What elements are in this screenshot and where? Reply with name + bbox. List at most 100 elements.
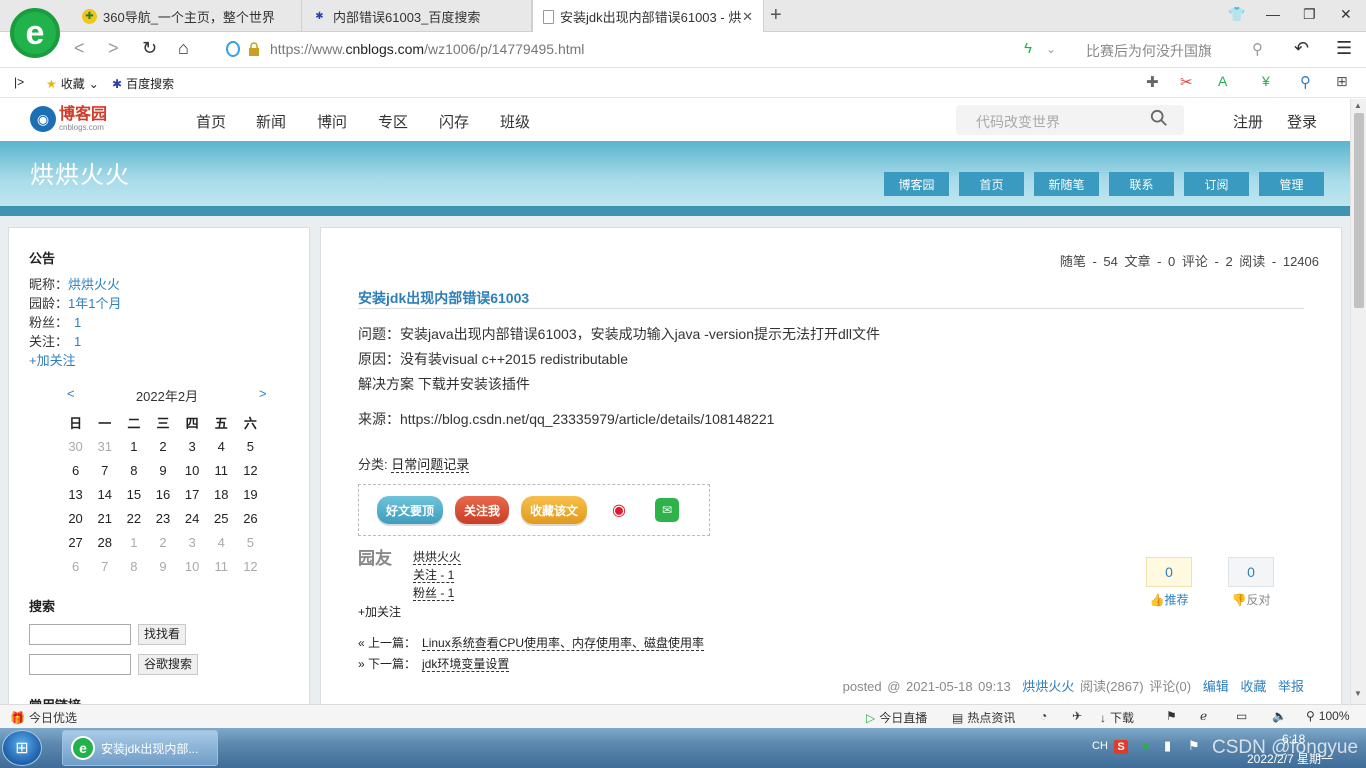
- flag-tray-icon[interactable]: ⚑: [1188, 738, 1200, 754]
- volume-icon[interactable]: 🔈: [1272, 709, 1287, 723]
- menu-icon[interactable]: ☰: [1336, 38, 1352, 59]
- search-icon[interactable]: ⚲: [1252, 40, 1263, 58]
- scroll-thumb[interactable]: [1354, 113, 1364, 308]
- hot-search-text[interactable]: 比赛后为何没升国旗: [1086, 41, 1212, 61]
- follow-link[interactable]: 1: [74, 334, 81, 349]
- close-tab-icon[interactable]: ✕: [742, 9, 753, 25]
- minimize-icon[interactable]: —: [1266, 6, 1280, 22]
- blog-nav-new-post[interactable]: 新随笔: [1034, 172, 1099, 196]
- wechat-icon[interactable]: ✉: [655, 498, 679, 522]
- page-scrollbar[interactable]: ▲ ▼: [1350, 99, 1366, 704]
- url-field[interactable]: https://www.cnblogs.com/wz1006/p/1477949…: [270, 41, 584, 57]
- window-icon[interactable]: ▭: [1236, 709, 1247, 723]
- extensions-icon[interactable]: ✚: [1146, 73, 1159, 91]
- follow-me-button[interactable]: 关注我: [455, 496, 509, 524]
- next-post-link[interactable]: jdk环境变量设置: [422, 657, 510, 672]
- new-tab-icon[interactable]: +: [770, 4, 782, 27]
- prev-post-link[interactable]: Linux系统查看CPU使用率、内存使用率、磁盘使用率: [422, 636, 705, 651]
- search-icon[interactable]: [1150, 109, 1168, 127]
- 360-tray-icon[interactable]: ●: [1142, 738, 1150, 753]
- back-icon[interactable]: <: [74, 38, 85, 59]
- blog-nav-manage[interactable]: 管理: [1259, 172, 1324, 196]
- cnblogs-logo[interactable]: ◉ 博客园 cnblogs.com: [30, 106, 107, 132]
- author-name-link[interactable]: 烘烘火火: [413, 550, 462, 565]
- 360-browser-logo-icon[interactable]: e: [10, 8, 60, 58]
- blog-search-input[interactable]: [29, 624, 131, 645]
- login-link[interactable]: 登录: [1287, 111, 1317, 132]
- recommend-button[interactable]: 👍推荐: [1146, 591, 1192, 608]
- forward-icon[interactable]: >: [108, 38, 119, 59]
- zoom-control[interactable]: ⚲ 100%: [1306, 709, 1350, 723]
- download-button[interactable]: ↓ 下载: [1100, 709, 1134, 726]
- author-fans-link[interactable]: 粉丝 - 1: [413, 586, 455, 601]
- oppose-count[interactable]: 0: [1228, 557, 1274, 587]
- search-button[interactable]: 找找看: [138, 624, 187, 645]
- edit-link[interactable]: 编辑: [1203, 679, 1229, 694]
- bookmark-baidu[interactable]: ✱ 百度搜索: [112, 75, 174, 92]
- taskbar-browser-item[interactable]: e 安装jdk出现内部...: [62, 730, 218, 766]
- add-follow-link[interactable]: +加关注: [29, 350, 76, 369]
- scroll-up-icon[interactable]: ▲: [1354, 101, 1362, 110]
- blog-nav-subscribe[interactable]: 订阅: [1184, 172, 1249, 196]
- maximize-icon[interactable]: ❐: [1303, 6, 1316, 23]
- recommend-count[interactable]: 0: [1146, 557, 1192, 587]
- post-title[interactable]: 安装jdk出现内部错误61003: [358, 288, 529, 308]
- category-link[interactable]: 日常问题记录: [391, 457, 470, 473]
- blog-title[interactable]: 烘烘火火: [30, 155, 130, 190]
- sogou-ime-icon[interactable]: S: [1114, 740, 1128, 754]
- sidebar-toggle-icon[interactable]: |>: [14, 75, 24, 89]
- recommend-post-button[interactable]: 好文要顶: [377, 496, 443, 524]
- author-avatar[interactable]: 园友: [358, 550, 400, 592]
- wallet-icon[interactable]: ¥: [1262, 73, 1270, 89]
- weibo-icon[interactable]: ◉: [607, 498, 631, 522]
- scissors-icon[interactable]: ✂: [1180, 73, 1193, 91]
- home-icon[interactable]: ⌂: [178, 38, 189, 59]
- security-shield-icon[interactable]: [226, 41, 240, 57]
- calendar-prev-link[interactable]: <: [67, 386, 75, 401]
- footer-author-link[interactable]: 烘烘火火: [1022, 679, 1074, 694]
- tab-baidu-search[interactable]: ✱ 内部错误61003_百度搜索: [302, 0, 532, 32]
- report-link[interactable]: 举报: [1278, 679, 1304, 694]
- speed-icon[interactable]: ◔: [1040, 709, 1047, 723]
- site-nav-zone[interactable]: 专区: [378, 111, 408, 132]
- calendar-next-link[interactable]: >: [259, 386, 267, 401]
- tab-360-nav[interactable]: ✚ 360导航_一个主页，整个世界: [72, 0, 302, 32]
- pin-icon[interactable]: ✈: [1072, 709, 1082, 723]
- site-nav-home[interactable]: 首页: [196, 111, 226, 132]
- reload-icon[interactable]: ↻: [142, 38, 157, 59]
- lightning-icon[interactable]: ϟ: [1024, 40, 1032, 57]
- ie-mode-icon[interactable]: ℯ: [1200, 709, 1207, 723]
- close-window-icon[interactable]: ✕: [1340, 6, 1352, 23]
- translate-icon[interactable]: A: [1218, 73, 1227, 89]
- site-nav-class[interactable]: 班级: [500, 111, 530, 132]
- collect-link[interactable]: 收藏: [1240, 679, 1266, 694]
- shirt-skin-icon[interactable]: 👕: [1228, 6, 1245, 23]
- hot-news[interactable]: ▤ 热点资讯: [952, 709, 1015, 726]
- blog-nav-home[interactable]: 首页: [959, 172, 1024, 196]
- age-link[interactable]: 1年1个月: [68, 296, 121, 311]
- undo-icon[interactable]: ↶: [1294, 38, 1309, 59]
- post-source-line[interactable]: 来源：https://blog.csdn.net/qq_23335979/art…: [358, 409, 774, 429]
- nickname-link[interactable]: 烘烘火火: [68, 277, 120, 292]
- network-icon[interactable]: ▮: [1164, 738, 1171, 754]
- flag-icon[interactable]: ⚑: [1166, 709, 1177, 723]
- scroll-down-icon[interactable]: ▼: [1354, 689, 1362, 698]
- favorites-menu[interactable]: ★ 收藏 ⌄: [46, 75, 99, 92]
- chevron-down-icon[interactable]: ⌄: [1046, 42, 1056, 56]
- site-search-input[interactable]: 代码改变世界: [956, 105, 1184, 135]
- google-search-input[interactable]: [29, 654, 131, 675]
- ime-indicator[interactable]: CH: [1092, 740, 1108, 752]
- oppose-button[interactable]: 👎反对: [1228, 591, 1274, 608]
- blog-nav-contact[interactable]: 联系: [1109, 172, 1174, 196]
- site-nav-qa[interactable]: 博问: [317, 111, 347, 132]
- site-nav-flash[interactable]: 闪存: [439, 111, 469, 132]
- fans-link[interactable]: 1: [74, 315, 81, 330]
- google-search-button[interactable]: 谷歌搜索: [138, 654, 199, 675]
- tab-current-article[interactable]: 安装jdk出现内部错误61003 - 烘 ✕: [532, 0, 764, 33]
- blog-nav-cnblogs[interactable]: 博客园: [884, 172, 949, 196]
- search-icon[interactable]: ⚲: [1300, 73, 1311, 91]
- apps-grid-icon[interactable]: ⊞: [1336, 73, 1348, 90]
- collect-post-button[interactable]: 收藏该文: [521, 496, 587, 524]
- start-button[interactable]: ⊞: [2, 730, 42, 766]
- site-nav-news[interactable]: 新闻: [256, 111, 286, 132]
